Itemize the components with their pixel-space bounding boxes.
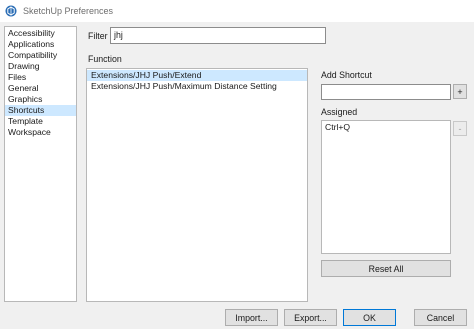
category-item-graphics[interactable]: Graphics [5, 94, 76, 105]
import-button[interactable]: Import... [225, 309, 278, 326]
sketchup-app-icon [5, 5, 17, 17]
category-item-files[interactable]: Files [5, 72, 76, 83]
window-title: SketchUp Preferences [23, 6, 114, 16]
add-shortcut-button[interactable]: + [453, 84, 467, 99]
category-list[interactable]: Accessibility Applications Compatibility… [4, 26, 77, 302]
export-button[interactable]: Export... [284, 309, 337, 326]
function-list[interactable]: Extensions/JHJ Push/Extend Extensions/JH… [86, 68, 308, 302]
category-item-workspace[interactable]: Workspace [5, 127, 76, 138]
category-item-drawing[interactable]: Drawing [5, 61, 76, 72]
assigned-list[interactable]: Ctrl+Q [321, 120, 451, 254]
category-item-shortcuts[interactable]: Shortcuts [5, 105, 76, 116]
function-item-extend[interactable]: Extensions/JHJ Push/Extend [87, 70, 307, 81]
ok-button[interactable]: OK [343, 309, 396, 326]
category-item-accessibility[interactable]: Accessibility [5, 28, 76, 39]
filter-input[interactable]: jhj [110, 27, 326, 44]
add-shortcut-input[interactable] [321, 84, 451, 100]
function-item-max-distance[interactable]: Extensions/JHJ Push/Maximum Distance Set… [87, 81, 307, 92]
category-item-compatibility[interactable]: Compatibility [5, 50, 76, 61]
category-item-general[interactable]: General [5, 83, 76, 94]
remove-shortcut-button[interactable]: - [453, 121, 467, 136]
filter-label: Filter [88, 31, 108, 41]
reset-all-button[interactable]: Reset All [321, 260, 451, 277]
assigned-item[interactable]: Ctrl+Q [322, 122, 450, 133]
assigned-label: Assigned [321, 107, 358, 117]
add-shortcut-label: Add Shortcut [321, 70, 372, 80]
title-bar: SketchUp Preferences [0, 0, 474, 22]
cancel-button[interactable]: Cancel [414, 309, 467, 326]
category-item-applications[interactable]: Applications [5, 39, 76, 50]
category-item-template[interactable]: Template [5, 116, 76, 127]
function-label: Function [88, 54, 122, 64]
